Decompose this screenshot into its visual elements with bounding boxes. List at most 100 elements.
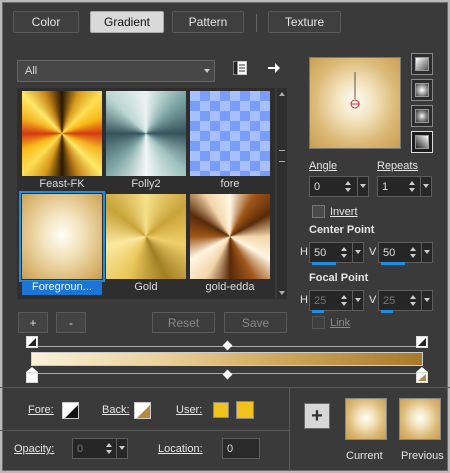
center-h-dropdown-icon[interactable] — [352, 243, 363, 262]
add-gradient-button[interactable]: + — [18, 312, 48, 333]
tab-pattern[interactable]: Pattern — [172, 11, 244, 33]
swatch-fore[interactable]: fore — [190, 91, 270, 193]
swatch-label: Folly2 — [131, 178, 161, 190]
repeats-label: Repeats — [377, 160, 418, 172]
center-v-dropdown-icon[interactable] — [421, 243, 432, 262]
fore-label: Fore: — [28, 404, 54, 416]
add-swatch-button[interactable]: + — [304, 403, 330, 429]
opacity-value: 0 — [77, 442, 84, 455]
focal-h-value: 25 — [314, 294, 327, 307]
center-v-input[interactable]: 50 — [378, 242, 433, 265]
repeats-spin-icon[interactable] — [408, 179, 416, 194]
repeats-dropdown-icon[interactable] — [420, 177, 431, 196]
center-v-spin-icon[interactable] — [409, 245, 417, 260]
focal-v-input[interactable]: 25 — [378, 290, 433, 313]
tab-gradient[interactable]: Gradient — [90, 11, 164, 33]
center-h-input[interactable]: 50 — [309, 242, 364, 265]
current-gradient-preview[interactable] — [345, 398, 387, 440]
sunburst-style-button[interactable] — [411, 105, 433, 127]
invert-checkbox[interactable] — [312, 205, 325, 218]
scroll-up-icon[interactable] — [279, 92, 285, 96]
scroll-thumb[interactable] — [279, 150, 285, 162]
library-dropdown-value: All — [25, 65, 38, 77]
angle-handle-icon[interactable] — [310, 58, 402, 150]
repeats-input[interactable]: 1 — [377, 176, 432, 197]
radial-style-button[interactable] — [411, 131, 433, 153]
arrow-right-icon[interactable] — [267, 61, 281, 75]
linear-style-button[interactable] — [411, 53, 433, 75]
center-h-label: H — [300, 246, 308, 258]
opacity-spin-icon[interactable] — [105, 441, 113, 456]
swatch-label: gold-edda — [205, 281, 255, 293]
user-color-swatch-small[interactable] — [213, 402, 229, 418]
opacity-stop-left-icon[interactable] — [26, 336, 38, 348]
tab-separator — [256, 14, 257, 32]
angle-value: 0 — [314, 180, 321, 193]
angle-spin-icon[interactable] — [344, 179, 352, 194]
fore-color-swatch[interactable] — [62, 402, 79, 419]
swatch-preview — [190, 194, 270, 279]
save-button[interactable]: Save — [224, 312, 287, 333]
swatch-preview — [106, 194, 186, 279]
swatch-preview — [190, 91, 270, 176]
link-label: Link — [330, 317, 351, 329]
angle-dropdown-icon[interactable] — [357, 177, 368, 196]
user-color-swatch[interactable] — [236, 401, 254, 419]
focal-h-dropdown-icon[interactable] — [352, 291, 363, 310]
focal-v-slider[interactable] — [381, 310, 393, 313]
scroll-down-icon[interactable] — [279, 291, 285, 295]
swatch-label: Gold — [134, 281, 158, 293]
swatch-foreground[interactable]: Foregroun... — [19, 191, 105, 296]
chevron-down-icon — [204, 69, 210, 73]
focal-v-dropdown-icon[interactable] — [421, 291, 432, 310]
opacity-dropdown-icon[interactable] — [116, 439, 127, 458]
rectangular-style-button[interactable] — [411, 79, 433, 101]
focal-h-slider[interactable] — [312, 310, 324, 313]
back-label: Back: — [102, 404, 130, 416]
remove-gradient-button[interactable]: - — [56, 312, 86, 333]
tab-texture[interactable]: Texture — [268, 11, 341, 33]
center-h-spin-icon[interactable] — [340, 245, 348, 260]
swatch-gold[interactable]: Gold — [106, 194, 186, 296]
swatch-label: Foregroun... — [22, 281, 102, 295]
focal-h-spin-icon[interactable] — [340, 293, 348, 308]
focal-point-label: Focal Point — [309, 272, 369, 284]
focal-h-input[interactable]: 25 — [309, 290, 364, 313]
current-label: Current — [346, 450, 383, 462]
center-h-slider[interactable] — [312, 262, 336, 265]
swatch-preview — [22, 91, 102, 176]
previous-gradient-preview[interactable] — [399, 398, 441, 440]
reset-button[interactable]: Reset — [152, 312, 215, 333]
center-v-slider[interactable] — [381, 262, 405, 265]
repeats-value: 1 — [382, 180, 389, 193]
focal-v-spin-icon[interactable] — [409, 293, 417, 308]
swatch-gold-edda[interactable]: gold-edda — [190, 194, 270, 296]
user-label: User: — [176, 404, 203, 416]
opacity-label: Opacity: — [14, 443, 55, 455]
angle-label: Angle — [309, 160, 338, 172]
invert-label: Invert — [330, 206, 358, 218]
opacity-stop-right-icon[interactable] — [416, 336, 428, 348]
swatch-scrollbar[interactable] — [277, 88, 287, 299]
angle-input[interactable]: 0 — [309, 176, 369, 197]
back-color-swatch[interactable] — [134, 402, 151, 419]
tab-color[interactable]: Color — [13, 11, 79, 33]
color-stop-right-icon[interactable] — [416, 367, 428, 383]
divider — [0, 387, 450, 388]
opacity-input[interactable]: 0 — [72, 438, 128, 459]
location-input[interactable]: 0 — [222, 438, 260, 459]
swatch-feast-fk[interactable]: Feast-FK — [22, 91, 102, 193]
library-dropdown[interactable]: All — [17, 60, 215, 82]
library-options-icon[interactable] — [232, 60, 248, 76]
swatch-label: Feast-FK — [39, 178, 85, 190]
divider — [0, 430, 289, 431]
swatch-label: fore — [220, 178, 240, 190]
swatch-folly2[interactable]: Folly2 — [106, 91, 186, 193]
gradient-bar[interactable] — [31, 352, 423, 366]
swatch-preview — [106, 91, 186, 176]
gradient-preview[interactable] — [309, 57, 401, 149]
link-checkbox[interactable] — [312, 316, 325, 329]
color-stop-left-icon[interactable] — [26, 367, 38, 383]
location-label: Location: — [158, 443, 203, 455]
center-point-label: Center Point — [309, 224, 375, 236]
